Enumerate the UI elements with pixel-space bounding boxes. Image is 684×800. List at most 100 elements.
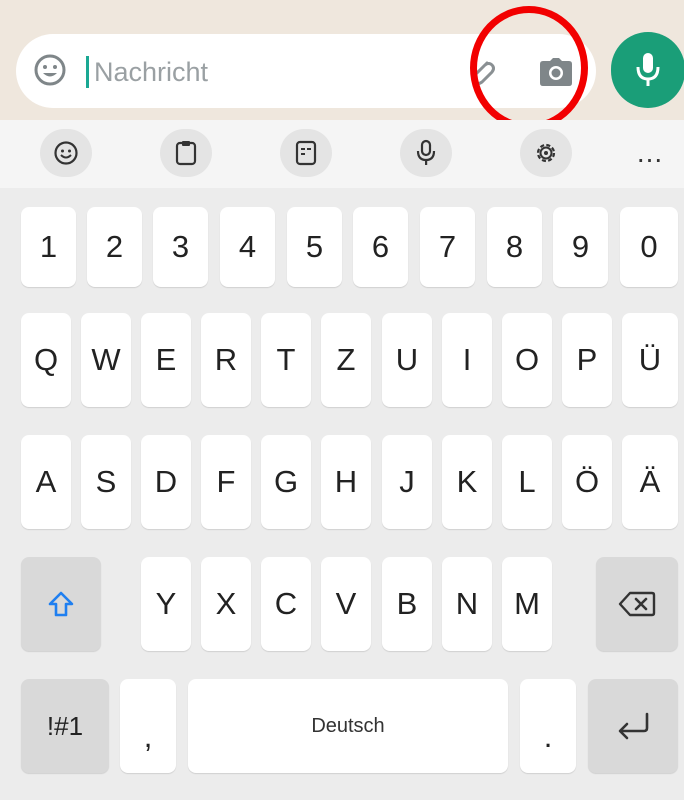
key-label: 9 (571, 229, 590, 264)
key-e[interactable]: E (141, 313, 191, 407)
key-b[interactable]: B (382, 557, 432, 651)
key-label: 6 (371, 229, 390, 264)
toolbar-settings-button[interactable] (520, 129, 572, 177)
more-label: ... (636, 137, 664, 168)
key-y[interactable]: Y (141, 557, 191, 651)
key-label: T (276, 342, 296, 377)
key-label: !#1 (46, 710, 84, 741)
key-2[interactable]: 2 (87, 207, 142, 287)
key-label: J (399, 464, 415, 499)
key-z[interactable]: Z (321, 313, 371, 407)
key-r[interactable]: R (201, 313, 251, 407)
period-key[interactable]: . (520, 679, 576, 773)
key-h[interactable]: H (321, 435, 371, 529)
emoji-icon (54, 141, 78, 165)
key-m[interactable]: M (502, 557, 552, 651)
space-key-label: Deutsch (311, 714, 385, 737)
key-3[interactable]: 3 (153, 207, 208, 287)
key-4[interactable]: 4 (220, 207, 275, 287)
comma-key[interactable]: , (120, 679, 176, 773)
key-j[interactable]: J (382, 435, 432, 529)
message-input[interactable] (94, 50, 454, 94)
space-key[interactable]: Deutsch (188, 679, 508, 773)
key-label: B (396, 586, 418, 621)
key-label: M (514, 586, 540, 621)
key-g[interactable]: G (261, 435, 311, 529)
attach-button[interactable] (462, 52, 502, 92)
backspace-icon (618, 591, 656, 617)
key-n[interactable]: N (442, 557, 492, 651)
symbols-key[interactable]: !#1 (21, 679, 109, 773)
key-label: G (273, 464, 299, 499)
key-w[interactable]: W (81, 313, 131, 407)
key-label: 7 (438, 229, 457, 264)
key-x[interactable]: X (201, 557, 251, 651)
toolbar-sticker-button[interactable] (280, 129, 332, 177)
key-o[interactable]: O (502, 313, 552, 407)
shift-key[interactable] (21, 557, 101, 651)
paperclip-icon (472, 61, 495, 85)
sticker-icon (295, 140, 317, 166)
key-5[interactable]: 5 (287, 207, 342, 287)
key-a-umlaut[interactable]: Ä (622, 435, 678, 529)
key-label: Ü (638, 342, 662, 377)
toolbar-voice-input-button[interactable] (400, 129, 452, 177)
enter-key[interactable] (588, 679, 678, 773)
key-u-umlaut[interactable]: Ü (622, 313, 678, 407)
key-label: E (155, 342, 177, 377)
microphone-icon (636, 53, 660, 86)
key-q[interactable]: Q (21, 313, 71, 407)
key-8[interactable]: 8 (487, 207, 542, 287)
key-6[interactable]: 6 (353, 207, 408, 287)
key-label: D (154, 464, 178, 499)
toolbar-clipboard-button[interactable] (160, 129, 212, 177)
microphone-icon (416, 139, 436, 165)
key-k[interactable]: K (442, 435, 492, 529)
key-label: 0 (640, 229, 658, 264)
key-label: 1 (39, 229, 58, 264)
key-label: A (35, 464, 57, 499)
text-cursor (86, 56, 89, 88)
key-c[interactable]: C (261, 557, 311, 651)
toolbar-more-button[interactable]: ... (624, 129, 676, 177)
key-i[interactable]: I (442, 313, 492, 407)
key-label: 5 (305, 229, 324, 264)
key-u[interactable]: U (382, 313, 432, 407)
key-label: . (543, 719, 553, 754)
key-a[interactable]: A (21, 435, 71, 529)
keyboard-toolbar (0, 120, 684, 188)
camera-button[interactable] (536, 52, 576, 92)
key-label: Ö (574, 464, 600, 499)
key-label: Y (155, 586, 177, 621)
key-p[interactable]: P (562, 313, 612, 407)
key-label: I (462, 342, 472, 377)
key-label: Z (336, 342, 356, 377)
key-0[interactable]: 0 (620, 207, 678, 287)
backspace-key[interactable] (596, 557, 678, 651)
key-label: W (91, 342, 121, 377)
enter-icon (618, 712, 649, 740)
key-label: X (215, 586, 237, 621)
key-label: Q (33, 342, 59, 377)
key-9[interactable]: 9 (553, 207, 608, 287)
key-label: U (395, 342, 419, 377)
emoji-icon (34, 54, 66, 86)
key-label: , (143, 719, 153, 754)
key-d[interactable]: D (141, 435, 191, 529)
voice-message-button[interactable] (611, 32, 684, 108)
key-label: L (518, 464, 536, 499)
key-7[interactable]: 7 (420, 207, 475, 287)
key-1[interactable]: 1 (21, 207, 76, 287)
camera-icon (540, 58, 572, 86)
key-t[interactable]: T (261, 313, 311, 407)
key-l[interactable]: L (502, 435, 552, 529)
emoji-button[interactable] (32, 52, 68, 88)
key-f[interactable]: F (201, 435, 251, 529)
key-label: O (514, 342, 540, 377)
key-o-umlaut[interactable]: Ö (562, 435, 612, 529)
key-label: Ä (639, 464, 661, 499)
toolbar-emoji-button[interactable] (40, 129, 92, 177)
key-label: K (456, 464, 478, 499)
key-v[interactable]: V (321, 557, 371, 651)
key-s[interactable]: S (81, 435, 131, 529)
